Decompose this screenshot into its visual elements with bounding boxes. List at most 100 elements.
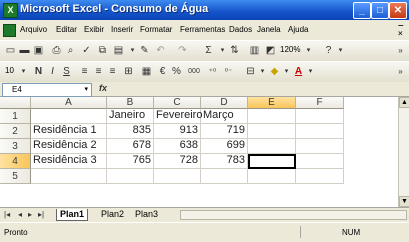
scroll-up-icon[interactable]: ▲	[399, 97, 409, 108]
horizontal-scrollbar[interactable]	[180, 210, 407, 220]
autosum-icon[interactable]: Σ	[202, 44, 215, 57]
euro-icon[interactable]: €	[156, 65, 169, 78]
insert-function-icon[interactable]: fx	[99, 83, 107, 93]
cell-e1[interactable]	[248, 109, 296, 124]
decrease-decimal-icon[interactable]: ⁰⁻	[222, 65, 235, 78]
cell-d4[interactable]: 783	[201, 154, 248, 169]
cell-b3[interactable]: 678	[107, 139, 154, 154]
menu-arquivo[interactable]: Arquivo	[20, 25, 47, 34]
next-sheet-icon[interactable]: ▸	[28, 210, 32, 219]
workbook-close-icon[interactable]: ×	[398, 29, 403, 38]
cell-f4[interactable]	[296, 154, 344, 169]
font-size-dropdown-icon[interactable]: ▾	[17, 65, 30, 78]
format-painter-icon[interactable]: ✎	[138, 44, 151, 57]
spelling-icon[interactable]: ✓	[80, 44, 93, 57]
row-header-3[interactable]: 3	[0, 139, 31, 154]
undo-icon[interactable]: ↶	[154, 44, 167, 57]
cell-d3[interactable]: 699	[201, 139, 248, 154]
column-header-a[interactable]: A	[31, 97, 107, 109]
increase-decimal-icon[interactable]: ⁺⁰	[206, 65, 219, 78]
cell-b2[interactable]: 835	[107, 124, 154, 139]
cell-c1[interactable]: Fevereiro	[154, 109, 202, 124]
chart-wizard-icon[interactable]: ▥	[248, 44, 261, 57]
print-icon[interactable]: ⎙	[50, 44, 63, 57]
cell-a5[interactable]	[31, 169, 107, 184]
row-header-2[interactable]: 2	[0, 124, 31, 139]
save-icon[interactable]: ▣	[32, 44, 45, 57]
cell-c4[interactable]: 728	[154, 154, 201, 169]
column-header-f[interactable]: F	[296, 97, 344, 109]
cell-c3[interactable]: 638	[154, 139, 201, 154]
menu-exibir[interactable]: Exibir	[84, 25, 104, 34]
cell-b4[interactable]: 765	[107, 154, 154, 169]
sheet-tab-plan3[interactable]: Plan3	[132, 209, 161, 220]
maximize-button[interactable]: □	[371, 2, 389, 19]
cell-f1[interactable]	[296, 109, 344, 124]
row-header-4[interactable]: 4	[0, 154, 31, 169]
menu-janela[interactable]: Janela	[257, 25, 281, 34]
spreadsheet-grid[interactable]: A B C D E F 1 Janeiro Fevereiro Março 2 Residência …	[0, 97, 398, 207]
underline-button[interactable]: S	[60, 65, 73, 78]
cell-e3[interactable]	[248, 139, 296, 154]
sort-icon[interactable]: ⇅	[228, 44, 241, 57]
toolbar-options-icon[interactable]: »	[394, 44, 407, 57]
bold-button[interactable]: N	[32, 65, 45, 78]
sheet-tab-plan1[interactable]: Plan1	[56, 209, 89, 221]
new-file-icon[interactable]: ▭	[4, 44, 17, 57]
column-header-e[interactable]: E	[248, 97, 296, 109]
excel-app-icon[interactable]: X	[3, 3, 18, 18]
cell-b1[interactable]: Janeiro	[107, 109, 154, 124]
column-header-d[interactable]: D	[201, 97, 248, 109]
cell-d1[interactable]: Março	[201, 109, 248, 124]
copy-icon[interactable]: ⧉	[96, 44, 109, 57]
cell-e2[interactable]	[248, 124, 296, 139]
font-size-select[interactable]: 10	[5, 66, 14, 75]
row-header-1[interactable]: 1	[0, 109, 31, 124]
formatting-options-icon[interactable]: »	[394, 65, 407, 78]
align-center-icon[interactable]: ≡	[92, 65, 105, 78]
zoom-select[interactable]: 120%	[280, 45, 300, 54]
menu-editar[interactable]: Editar	[56, 25, 77, 34]
help-dropdown-icon[interactable]: ▾	[334, 44, 347, 57]
column-header-b[interactable]: B	[107, 97, 154, 109]
cell-f3[interactable]	[296, 139, 344, 154]
open-folder-icon[interactable]: ▬	[18, 44, 31, 57]
first-sheet-icon[interactable]: |◂	[4, 210, 10, 219]
menu-ajuda[interactable]: Ajuda	[288, 25, 308, 34]
percent-style-button[interactable]: %	[170, 65, 183, 78]
name-box-dropdown-icon[interactable]: ▾	[84, 84, 88, 96]
cell-f5[interactable]	[296, 169, 344, 184]
cell-c2[interactable]: 913	[154, 124, 201, 139]
menu-formatar[interactable]: Formatar	[140, 25, 172, 34]
cell-e4[interactable]	[248, 154, 296, 169]
scroll-down-icon[interactable]: ▼	[399, 196, 409, 207]
paste-icon[interactable]: ▤	[112, 44, 125, 57]
last-sheet-icon[interactable]: ▸|	[38, 210, 44, 219]
menu-ferramentas[interactable]: Ferramentas	[180, 25, 225, 34]
cell-d5[interactable]	[201, 169, 248, 184]
comma-style-button[interactable]: 000	[186, 65, 202, 78]
align-left-icon[interactable]: ≡	[78, 65, 91, 78]
close-button[interactable]: ✕	[389, 2, 407, 19]
cell-a2[interactable]: Residência 1	[31, 124, 107, 139]
merge-center-icon[interactable]: ⊞	[122, 65, 135, 78]
cell-a3[interactable]: Residência 2	[31, 139, 107, 154]
select-all-corner[interactable]	[0, 97, 31, 109]
workbook-icon[interactable]	[3, 24, 16, 37]
cell-d2[interactable]: 719	[201, 124, 248, 139]
print-preview-icon[interactable]: ⌕	[64, 44, 77, 57]
cell-a1[interactable]	[31, 109, 107, 124]
menu-inserir[interactable]: Inserir	[111, 25, 133, 34]
zoom-dropdown-icon[interactable]: ▾	[302, 44, 315, 57]
cell-c5[interactable]	[154, 169, 201, 184]
prev-sheet-icon[interactable]: ◂	[18, 210, 22, 219]
align-right-icon[interactable]: ≡	[106, 65, 119, 78]
vertical-scrollbar[interactable]: ▲ ▼	[398, 97, 409, 207]
column-header-c[interactable]: C	[154, 97, 201, 109]
cell-f2[interactable]	[296, 124, 344, 139]
menu-dados[interactable]: Dados	[229, 25, 252, 34]
cell-e5[interactable]	[248, 169, 296, 184]
name-box[interactable]: E4 ▾	[2, 83, 92, 97]
drawing-icon[interactable]: ◩	[264, 44, 277, 57]
font-color-dropdown-icon[interactable]: ▾	[304, 65, 317, 78]
